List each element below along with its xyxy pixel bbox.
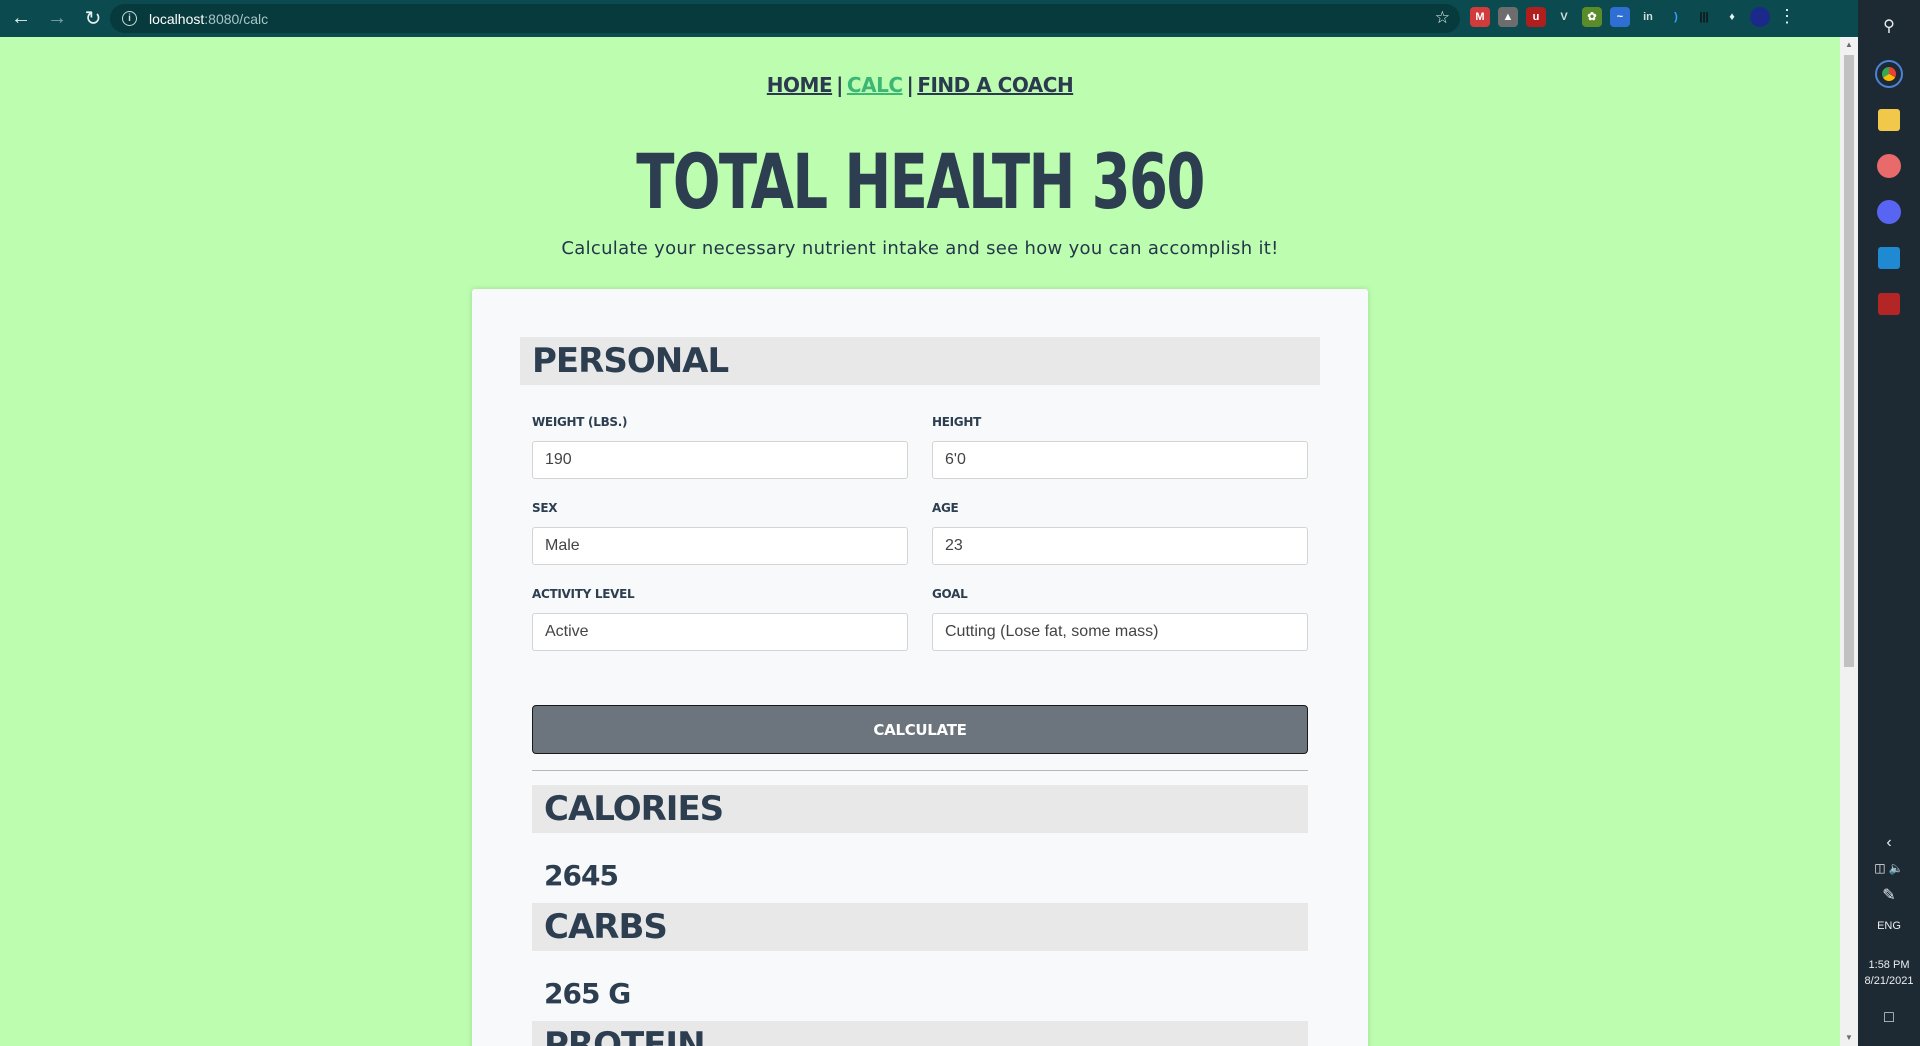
personal-heading: PERSONAL xyxy=(520,337,1320,385)
clock-date: 8/21/2021 xyxy=(1864,975,1914,987)
info-icon[interactable]: i xyxy=(122,11,137,26)
taskbar-file-explorer-icon[interactable] xyxy=(1858,106,1920,134)
sex-label: SEX xyxy=(532,501,558,515)
calories-value: 2645 xyxy=(544,859,619,892)
calculate-button[interactable]: CALCULATE xyxy=(532,705,1308,754)
results-divider xyxy=(532,770,1308,771)
forward-arrow-icon[interactable]: → xyxy=(42,4,72,34)
extension-gmail-icon[interactable]: M xyxy=(1470,6,1490,27)
page-subtitle: Calculate your necessary nutrient intake… xyxy=(561,238,1279,259)
network-volume-icon[interactable]: ◫ 🔈 xyxy=(1858,858,1920,878)
weight-input[interactable]: 190 xyxy=(532,441,908,479)
height-label: HEIGHT xyxy=(932,415,981,429)
chevron-left-icon[interactable]: ‹ xyxy=(1858,832,1920,854)
page-title: TOTAL HEALTH 360 xyxy=(636,137,1205,226)
sex-select[interactable]: Male xyxy=(532,527,908,565)
nav-home-link[interactable]: HOME xyxy=(767,73,833,97)
goal-label: GOAL xyxy=(932,587,968,601)
weight-label: WEIGHT (LBS.) xyxy=(532,415,628,429)
language-indicator[interactable]: ENG xyxy=(1858,916,1920,936)
taskbar-chrome-icon[interactable] xyxy=(1858,60,1920,88)
extension-plant-icon[interactable]: ✿ xyxy=(1582,6,1602,27)
url-host: localhost xyxy=(149,10,205,27)
address-url[interactable]: localhost:8080/calc xyxy=(149,11,268,27)
taskbar-app-icon[interactable] xyxy=(1858,152,1920,180)
extension-wave-icon[interactable]: ~ xyxy=(1610,6,1630,27)
url-path: :8080/calc xyxy=(204,10,269,27)
puzzle-extensions-icon[interactable]: ♦ xyxy=(1722,7,1742,27)
back-arrow-icon[interactable]: ← xyxy=(6,4,36,34)
address-bar[interactable]: i localhost:8080/calc ☆ xyxy=(110,4,1460,33)
height-input[interactable]: 6'0 xyxy=(932,441,1308,479)
activity-level-label: ACTIVITY LEVEL xyxy=(532,587,635,601)
page-scrollbar[interactable]: ▲ ▼ xyxy=(1840,37,1858,1046)
pen-icon[interactable]: ✎ xyxy=(1858,884,1920,906)
windows-taskbar: ⚲ ‹ ◫ 🔈 ✎ ENG 1:58 PM 8/21/2021 □ xyxy=(1858,0,1920,1046)
notification-icon[interactable]: □ xyxy=(1858,1006,1920,1030)
bookmark-star-icon[interactable]: ☆ xyxy=(1435,8,1450,28)
extensions-bar: M ▲ u V ✿ ~ in ) ||| ♦ ⋮ xyxy=(1470,6,1796,27)
profile-avatar[interactable] xyxy=(1750,6,1770,27)
clock[interactable]: 1:58 PM 8/21/2021 xyxy=(1858,956,1920,990)
nav-separator: | xyxy=(906,73,914,97)
scroll-down-arrow-icon[interactable]: ▼ xyxy=(1844,1033,1854,1043)
extension-shield-icon[interactable]: ▲ xyxy=(1498,6,1518,27)
age-label: AGE xyxy=(932,501,959,515)
language-text: ENG xyxy=(1877,920,1901,932)
calories-heading: CALORIES xyxy=(532,785,1308,833)
extension-ublock-icon[interactable]: u xyxy=(1526,6,1546,27)
extension-sound-icon[interactable]: ) xyxy=(1666,7,1686,27)
page-content: HOME | CALC | FIND A COACH TOTAL HEALTH 360 … xyxy=(0,37,1840,1046)
nav-calc-link[interactable]: CALC xyxy=(847,73,903,97)
taskbar-dota-icon[interactable] xyxy=(1858,290,1920,318)
browser-toolbar: ← → ↻ i localhost:8080/calc ☆ M ▲ u V ✿ … xyxy=(0,0,1858,37)
carbs-value: 265 G xyxy=(544,977,631,1010)
extension-linkedin-icon[interactable]: in xyxy=(1638,7,1658,27)
carbs-heading: CARBS xyxy=(532,903,1308,951)
extension-bars-icon[interactable]: ||| xyxy=(1694,7,1714,27)
activity-level-select[interactable]: Active xyxy=(532,613,908,651)
nav-find-coach-link[interactable]: FIND A COACH xyxy=(917,73,1073,97)
extension-vue-icon[interactable]: V xyxy=(1554,7,1574,27)
scroll-up-arrow-icon[interactable]: ▲ xyxy=(1844,40,1854,50)
goal-select[interactable]: Cutting (Lose fat, some mass) xyxy=(932,613,1308,651)
taskbar-chrome-profile-icon[interactable] xyxy=(1858,198,1920,226)
calculator-card: PERSONAL WEIGHT (LBS.) 190 HEIGHT 6'0 SE… xyxy=(472,289,1368,1046)
nav-separator: | xyxy=(836,73,843,97)
taskbar-vscode-icon[interactable] xyxy=(1858,244,1920,272)
age-input[interactable]: 23 xyxy=(932,527,1308,565)
protein-heading: PROTEIN xyxy=(532,1021,1308,1046)
search-icon[interactable]: ⚲ xyxy=(1858,12,1920,40)
kebab-menu-icon[interactable]: ⋮ xyxy=(1778,6,1796,27)
clock-time: 1:58 PM xyxy=(1868,959,1910,971)
scroll-thumb[interactable] xyxy=(1844,55,1854,667)
top-navigation: HOME | CALC | FIND A COACH xyxy=(0,73,1840,97)
reload-icon[interactable]: ↻ xyxy=(78,4,108,34)
